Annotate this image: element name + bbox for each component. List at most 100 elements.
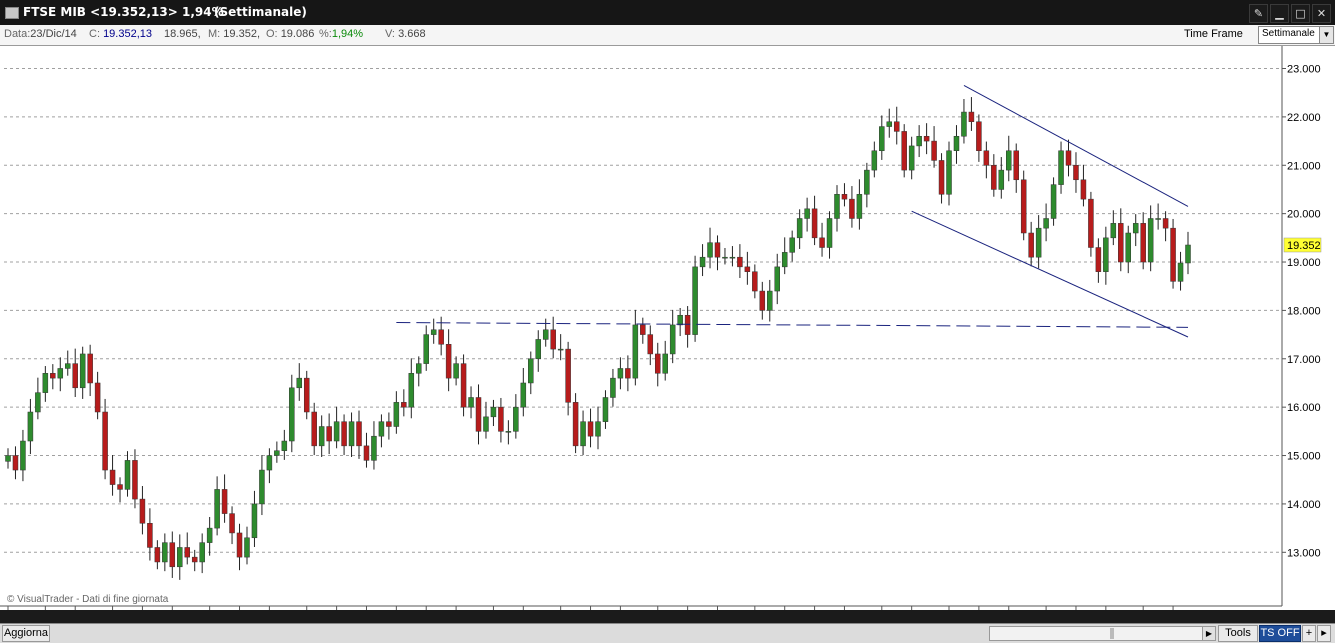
candle [938,153,945,204]
candle-body [12,455,19,471]
candle [154,540,161,570]
candle [206,516,213,556]
candle-body [311,411,317,447]
candle-body [42,373,49,393]
candle [640,317,646,344]
chevron-down-icon[interactable]: ▼ [1319,27,1333,43]
y-tick-label: 19.000 [1287,257,1321,269]
candle-body [752,271,758,292]
candle [953,125,960,164]
candle [498,397,504,443]
candle [177,534,183,580]
ts-toggle-button[interactable]: TS OFF [1259,625,1301,642]
candle [303,370,310,420]
candle [94,371,101,420]
candle-body [94,382,101,413]
candle [811,195,818,246]
candle [1162,211,1169,242]
candle-body [177,547,183,568]
candle [1177,251,1184,291]
close-info: C: 19.352,13 [89,28,152,40]
candle-body [1110,223,1117,239]
tools-button[interactable]: Tools [1218,625,1258,642]
candle-body [759,290,766,311]
candle-body [774,266,780,292]
candle-body [348,421,355,447]
candle-body [953,135,960,152]
candle [654,342,661,387]
scroll-right-icon[interactable]: ▶ [1202,627,1215,640]
candle [42,366,49,402]
close-icon[interactable]: ✕ [1312,4,1331,23]
candle [1006,135,1012,182]
candle [587,408,594,448]
candle-body [901,131,907,171]
candle [528,351,534,395]
candle-body [27,411,34,442]
last-price-label: 19.352 [1287,240,1321,252]
candlestick-chart[interactable]: 13.000 14.000 15.000 16.000 17.000 18.000 19.0… [0,46,1335,624]
chart-area[interactable]: 13.000 14.000 15.000 16.000 17.000 18.000 19.0… [0,46,1335,624]
candle-body [923,135,930,142]
candle [946,141,952,206]
candle [976,114,982,162]
candle [102,398,108,480]
candle-body [236,532,243,558]
candle [401,389,407,417]
y-tick-label: 21.000 [1287,160,1321,172]
candle-body [214,489,220,529]
candle [244,526,250,565]
candle [714,235,721,271]
candle-body [916,135,922,147]
horizontal-scrollbar[interactable]: ▶ [989,626,1216,641]
candle-body [363,445,370,461]
candle-body [640,324,646,335]
candle-body [961,111,967,137]
candle [468,386,474,419]
candle [908,136,915,180]
candle-body [401,402,407,408]
candle-body [789,237,795,253]
candle-body [587,421,594,437]
candle [617,357,624,390]
minimize-icon[interactable]: ▁ [1270,4,1289,23]
candle [1118,208,1124,272]
candle-body [184,547,190,558]
scroll-thumb[interactable] [1110,628,1114,639]
candle [759,281,766,320]
trendline [911,210,1189,338]
candle [79,346,86,399]
maximize-icon[interactable]: □ [1291,4,1310,23]
expand-panel-icon[interactable]: ▸ [1317,625,1331,642]
y-tick-label: 17.000 [1287,354,1321,366]
candle [408,358,415,419]
candle [490,399,497,427]
volume-info: V: 3.668 [385,28,426,40]
candle-body [50,373,56,379]
time-frame-select[interactable]: Settimanale ▼ [1258,26,1334,44]
zoom-in-button[interactable]: + [1302,625,1316,642]
candle-body [1162,218,1169,229]
candle-body [460,363,467,408]
last-price-marker: 19.352 [1283,237,1322,253]
candle-body [542,329,549,340]
candle [610,368,616,407]
candle-body [737,256,743,268]
refresh-button[interactable]: Aggiorna [2,625,50,642]
candle [1043,203,1049,242]
candle-body [617,368,624,379]
open-info: O: 19.086 [266,28,315,40]
candle [214,476,220,536]
candle-body [714,242,721,258]
title-bar: FTSE MIB <19.352,13> 1,94% (Settimanale)… [0,0,1335,25]
candle-body [654,353,661,374]
candle-body [445,344,452,379]
candle [311,402,317,456]
tools-icon[interactable]: ✎ [1249,4,1268,23]
candle [251,490,258,547]
candle [1155,203,1161,230]
candle [109,455,116,496]
window-title: FTSE MIB <19.352,13> 1,94% [23,5,224,19]
candle [550,316,556,359]
candle-body [707,242,713,258]
